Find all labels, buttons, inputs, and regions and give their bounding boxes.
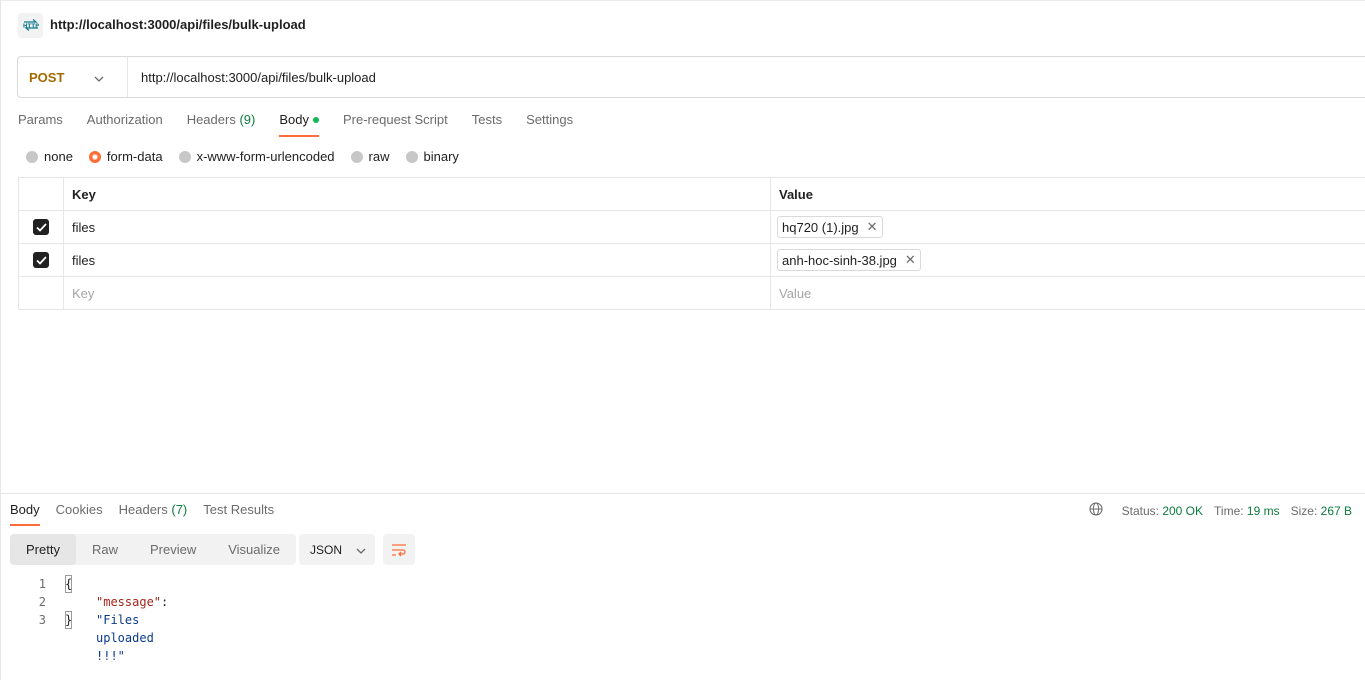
url-input[interactable] — [128, 57, 1028, 97]
header-check-cell — [18, 177, 64, 211]
row-checkbox[interactable] — [33, 219, 49, 236]
response-tabs: Body Cookies Headers (7) Test Results — [10, 502, 290, 526]
wrap-icon — [392, 543, 406, 556]
radio-button[interactable] — [405, 150, 418, 163]
value-column-header: Value — [770, 177, 1365, 211]
radio-x-www-form-urlencoded[interactable]: x-www-form-urlencoded — [178, 149, 335, 164]
response-headers-count: (7) — [171, 502, 188, 517]
radio-form-data[interactable]: form-data — [88, 149, 163, 164]
close-icon[interactable]: ✕ — [867, 219, 878, 235]
view-visualize-button[interactable]: Visualize — [212, 534, 296, 565]
url-bar: POST — [17, 56, 1365, 98]
check-icon — [35, 256, 47, 265]
form-data-table: Key Value files hq720 (1).jpg ✕ files an… — [18, 177, 1365, 310]
globe-icon[interactable] — [1089, 502, 1111, 519]
value-cell[interactable]: anh-hoc-sinh-38.jpg ✕ — [770, 243, 1365, 277]
response-view-toggle: Pretty Raw Preview Visualize — [10, 534, 297, 565]
check-icon — [35, 223, 47, 232]
radio-none[interactable]: none — [26, 149, 73, 164]
close-icon[interactable]: ✕ — [905, 252, 916, 268]
tab-tests[interactable]: Tests — [472, 112, 502, 137]
table-row-empty: Key Value — [18, 276, 1365, 310]
json-open-brace: { — [65, 575, 73, 593]
view-raw-button[interactable]: Raw — [76, 534, 134, 565]
radio-button[interactable] — [26, 150, 38, 163]
line-number: 1 — [38, 577, 46, 591]
radio-button[interactable] — [350, 150, 363, 163]
wrap-lines-button[interactable] — [383, 534, 415, 565]
json-close-brace: } — [65, 611, 73, 629]
request-tabs: Params Authorization Headers (9) Body Pr… — [18, 112, 597, 137]
tab-settings[interactable]: Settings — [526, 112, 573, 137]
line-number: 3 — [38, 613, 46, 627]
json-string-value: "Files uploaded !!!" — [96, 613, 154, 663]
tab-body[interactable]: Body — [279, 112, 319, 137]
value-cell[interactable]: hq720 (1).jpg ✕ — [770, 210, 1365, 244]
line-number: 2 — [38, 595, 46, 609]
key-cell[interactable]: files — [63, 210, 771, 244]
value-placeholder[interactable]: Value — [770, 276, 1365, 310]
table-header-row: Key Value — [18, 177, 1365, 211]
status-info[interactable]: Status: 200 OK — [1122, 504, 1203, 518]
http-request-icon: HTTP — [18, 13, 43, 38]
radio-raw[interactable]: raw — [350, 149, 390, 164]
postman-window: HTTP http://localhost:3000/api/files/bul… — [0, 0, 1365, 680]
body-type-options: none form-data x-www-form-urlencoded raw… — [26, 149, 475, 164]
file-name: hq720 (1).jpg — [782, 219, 859, 235]
radio-binary[interactable]: binary — [405, 149, 459, 164]
request-header: HTTP http://localhost:3000/api/files/bul… — [1, 0, 1365, 50]
file-chip: hq720 (1).jpg ✕ — [777, 216, 883, 238]
response-tab-headers[interactable]: Headers (7) — [119, 502, 188, 526]
tab-headers[interactable]: Headers (9) — [187, 112, 256, 137]
method-label: POST — [29, 69, 65, 85]
json-entry: "message": "Files uploaded !!!" — [96, 595, 169, 663]
key-placeholder[interactable]: Key — [63, 276, 771, 310]
key-column-header: Key — [63, 177, 771, 211]
row-checkbox[interactable] — [33, 252, 49, 269]
view-pretty-button[interactable]: Pretty — [10, 534, 76, 565]
method-select[interactable]: POST — [18, 57, 128, 97]
radio-button-selected[interactable] — [88, 150, 101, 163]
radio-button[interactable] — [178, 150, 191, 163]
request-title[interactable]: http://localhost:3000/api/files/bulk-upl… — [50, 17, 306, 32]
response-tab-cookies[interactable]: Cookies — [56, 502, 103, 526]
format-label: JSON — [310, 542, 343, 557]
response-tab-body[interactable]: Body — [10, 502, 40, 526]
table-row: files anh-hoc-sinh-38.jpg ✕ — [18, 243, 1365, 277]
chevron-down-icon — [94, 70, 104, 85]
time-info[interactable]: Time: 19 ms — [1214, 504, 1280, 518]
tab-params[interactable]: Params — [18, 112, 63, 137]
response-tab-test-results[interactable]: Test Results — [203, 502, 274, 526]
table-row: files hq720 (1).jpg ✕ — [18, 210, 1365, 244]
format-select[interactable]: JSON — [299, 534, 375, 565]
body-modified-dot — [312, 116, 319, 123]
headers-count: (9) — [239, 112, 256, 127]
view-preview-button[interactable]: Preview — [134, 534, 212, 565]
response-divider[interactable] — [1, 493, 1365, 494]
key-cell[interactable]: files — [63, 243, 771, 277]
json-key: "message" — [96, 595, 162, 609]
svg-text:HTTP: HTTP — [22, 23, 38, 29]
tab-authorization[interactable]: Authorization — [87, 112, 163, 137]
chevron-down-icon — [356, 543, 366, 557]
response-status-bar: Status: 200 OK Time: 19 ms Size: 267 B — [1089, 502, 1352, 519]
file-chip: anh-hoc-sinh-38.jpg ✕ — [777, 249, 921, 271]
tab-pre-request-script[interactable]: Pre-request Script — [343, 112, 448, 137]
size-info[interactable]: Size: 267 B — [1291, 504, 1352, 518]
file-name: anh-hoc-sinh-38.jpg — [782, 252, 897, 268]
